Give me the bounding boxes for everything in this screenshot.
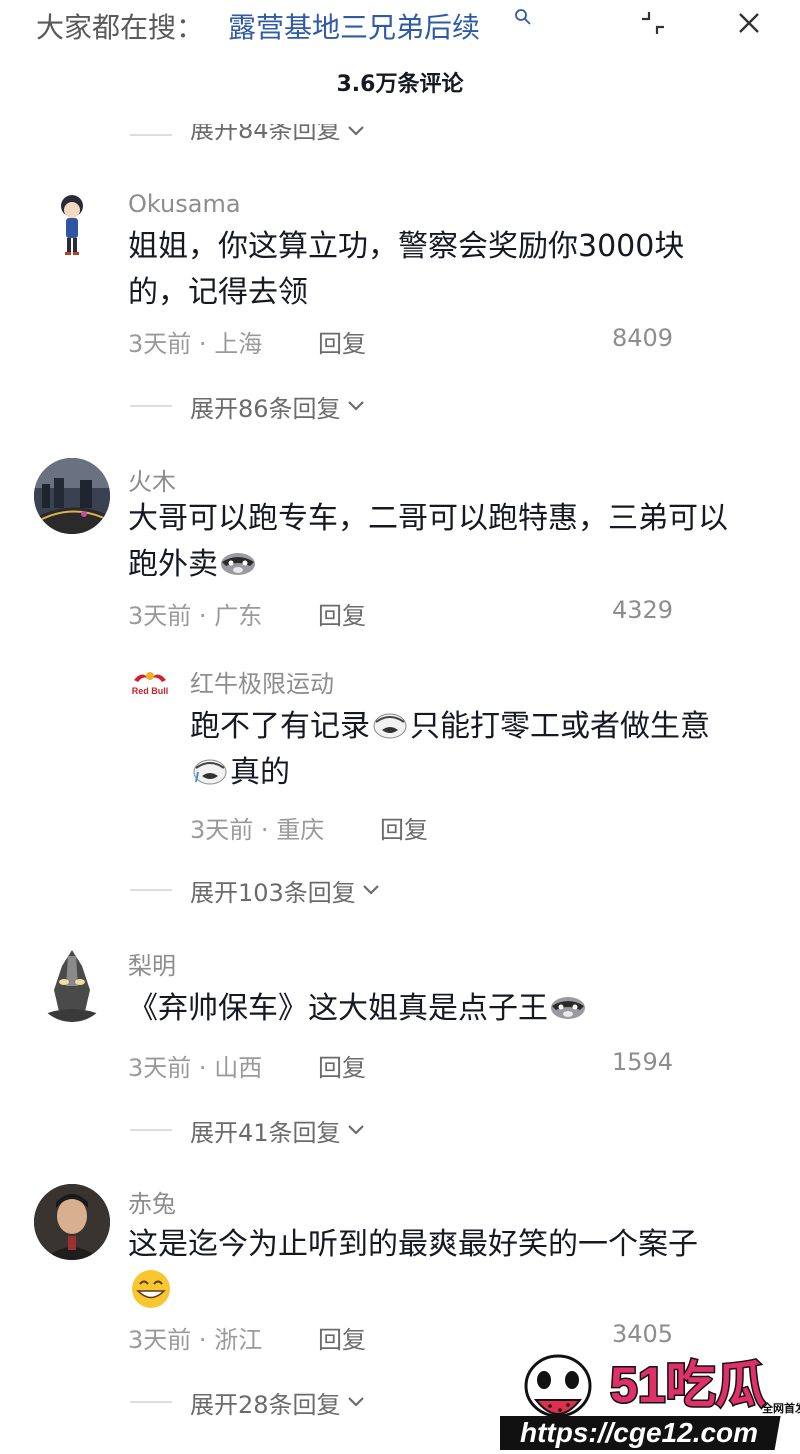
expand-replies-label: 展开86条回复	[190, 394, 341, 423]
comment-text-line: 跑外卖	[128, 547, 218, 582]
expand-replies-button[interactable]: 展开84条回复	[130, 124, 367, 146]
divider	[130, 405, 172, 407]
comment-text-line: 这是迄今为止听到的最爽最好笑的一个案子	[128, 1227, 698, 1262]
grinning-emoji-icon	[132, 1270, 170, 1308]
watermark-tag: 全网首发	[761, 1401, 800, 1415]
man-photo-icon	[34, 1184, 110, 1260]
watermark-brand: 51吃瓜	[610, 1357, 766, 1413]
comment-text-line: 大哥可以跑专车，二哥可以跑特惠，三弟可以	[128, 501, 728, 536]
expand-replies-button[interactable]: 展开41条回复	[130, 1112, 367, 1148]
raccoon-emoji-icon	[221, 553, 255, 575]
redbull-logo-icon: Red Bull	[132, 672, 169, 696]
close-icon[interactable]	[734, 8, 764, 38]
comment-location: 山西	[214, 1054, 263, 1082]
comment-username[interactable]: 赤兔	[128, 1184, 176, 1219]
collapse-icon[interactable]	[638, 8, 668, 38]
meta-separator: ·	[260, 816, 269, 844]
chevron-down-icon	[347, 126, 364, 136]
comment-meta: 3天前 · 山西	[128, 1048, 262, 1083]
reply-button[interactable]: 回复	[318, 596, 366, 631]
expand-replies-label: 展开84条回复	[190, 124, 341, 144]
svg-text:Red Bull: Red Bull	[132, 686, 169, 696]
comment-location: 上海	[214, 330, 263, 358]
reply-content: 跑不了有记录 只能打零工或者做生意 真的	[190, 704, 780, 796]
like-count[interactable]: 1594	[612, 1048, 673, 1076]
like-count[interactable]: 4329	[612, 596, 673, 624]
expand-replies-label: 展开41条回复	[190, 1118, 341, 1147]
avatar[interactable]	[34, 946, 110, 1022]
cartoon-detective-icon	[61, 195, 83, 255]
reply-username[interactable]: 红牛极限运动	[190, 664, 334, 699]
chevron-down-icon	[363, 885, 379, 895]
ultraman-icon	[40, 950, 104, 1022]
avatar[interactable]	[34, 1184, 110, 1260]
reply-text-line: 跑不了有记录	[190, 709, 370, 744]
expand-replies-button[interactable]: 展开103条回复	[130, 872, 382, 908]
divider	[130, 1401, 172, 1403]
comment-username[interactable]: Okusama	[128, 190, 241, 218]
reply-button[interactable]: 回复	[380, 810, 428, 845]
trending-search-link[interactable]: 露营基地三兄弟后续	[228, 6, 480, 46]
reply-button[interactable]: 回复	[318, 324, 366, 359]
meta-separator: ·	[198, 330, 207, 358]
reply-text-line: 真的	[230, 755, 290, 790]
expand-replies-label: 展开103条回复	[190, 878, 356, 907]
meta-separator: ·	[198, 1054, 207, 1082]
reply-button[interactable]: 回复	[318, 1320, 366, 1355]
site-watermark: 51吃瓜 全网首发 https://cge12.com	[500, 1354, 800, 1450]
night-city-icon	[34, 458, 110, 534]
meta-separator: ·	[198, 1326, 207, 1354]
top-bar: 大家都在搜： 露营基地三兄弟后续	[0, 0, 800, 56]
comment-content: 这是迄今为止听到的最爽最好笑的一个案子	[128, 1222, 788, 1320]
crying-emoji-icon	[193, 759, 227, 785]
reply-meta: 3天前 · 重庆	[190, 810, 324, 845]
avatar[interactable]	[34, 458, 110, 534]
comment-time: 3天前	[128, 1326, 192, 1354]
chevron-down-icon	[347, 1397, 364, 1407]
divider	[130, 134, 172, 136]
expand-replies-button[interactable]: 展开86条回复	[130, 388, 367, 424]
comment-count-title: 3.6万条评论	[336, 72, 464, 97]
comment-content: 大哥可以跑专车，二哥可以跑特惠，三弟可以 跑外卖	[128, 496, 788, 588]
search-icon[interactable]	[514, 8, 532, 26]
comment-time: 3天前	[128, 1054, 192, 1082]
comment-text-line: 《弃帅保车》这大姐真是点子王	[128, 991, 548, 1026]
comment-text-line: 的，记得去领	[128, 275, 308, 310]
expand-replies-label: 展开28条回复	[190, 1390, 341, 1419]
comment-content: 姐姐，你这算立功，警察会奖励你3000块 的，记得去领	[128, 224, 768, 316]
like-count[interactable]: 8409	[612, 324, 673, 352]
comment-location: 重庆	[276, 816, 325, 844]
divider	[130, 889, 172, 891]
meta-separator: ·	[198, 602, 207, 630]
comment-meta: 3天前 · 浙江	[128, 1320, 262, 1355]
comment-username[interactable]: 梨明	[128, 946, 176, 981]
comment-time: 3天前	[128, 602, 192, 630]
raccoon-emoji-icon	[551, 997, 585, 1019]
comment-location: 浙江	[214, 1326, 263, 1354]
trending-search-prefix: 大家都在搜：	[36, 11, 205, 44]
comment-meta: 3天前 · 上海	[128, 324, 262, 359]
reply-text-line: 只能打零工或者做生意	[410, 709, 710, 744]
avatar[interactable]	[34, 188, 110, 264]
comment-meta: 3天前 · 广东	[128, 596, 262, 631]
watermark-url: https://cge12.com	[520, 1417, 758, 1448]
crying-emoji-icon	[373, 713, 407, 739]
watermelon-mascot-icon	[524, 1354, 592, 1418]
chevron-down-icon	[347, 401, 364, 411]
comment-time: 3天前	[128, 330, 192, 358]
divider	[130, 1129, 172, 1131]
reply-button[interactable]: 回复	[318, 1048, 366, 1083]
comment-content: 《弃帅保车》这大姐真是点子王	[128, 986, 768, 1032]
comment-time: 3天前	[190, 816, 254, 844]
avatar[interactable]: Red Bull	[128, 664, 172, 708]
expand-replies-button[interactable]: 展开28条回复	[130, 1384, 367, 1420]
comment-username[interactable]: 火木	[128, 462, 176, 497]
chevron-down-icon	[347, 1125, 364, 1135]
comment-location: 广东	[214, 602, 263, 630]
comment-text-line: 姐姐，你这算立功，警察会奖励你3000块	[128, 229, 685, 264]
